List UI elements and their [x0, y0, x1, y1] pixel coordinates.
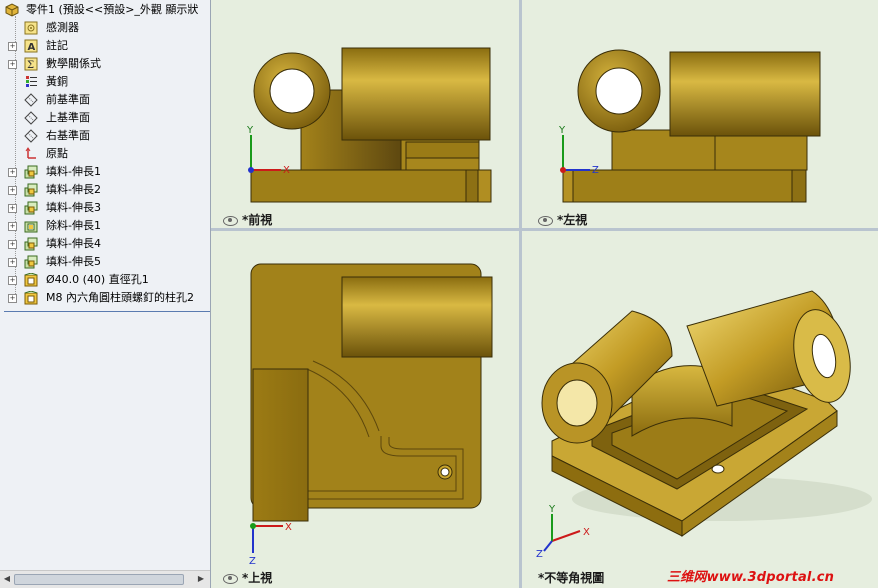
annotation-icon: A — [24, 39, 38, 53]
expand-icon[interactable]: + — [8, 276, 17, 285]
expand-icon[interactable]: + — [8, 258, 17, 267]
tree-horizontal-scrollbar[interactable]: ◀ ▶ — [0, 570, 210, 588]
cut-extrude-icon — [24, 219, 38, 233]
tree-item-label: 數學關係式 — [46, 57, 101, 70]
iso-view-model: Y X Z — [536, 290, 872, 560]
axis-y-label: Y — [558, 125, 566, 136]
front-view-model: Y X — [246, 47, 492, 203]
tree-item[interactable]: + 填料-伸長3 — [0, 199, 210, 217]
tree-item-label: Ø40.0 (40) 直徑孔1 — [46, 273, 149, 286]
view-label-iso: *不等角視圖 — [538, 571, 605, 585]
part-icon — [4, 2, 19, 17]
tree-item[interactable]: + A 註記 — [0, 37, 210, 55]
sensor-icon — [24, 21, 38, 35]
tree-item-label: 前基準面 — [46, 93, 90, 106]
tree-item-label: 填料-伸長1 — [46, 165, 101, 178]
tree-item-label: 上基準面 — [46, 111, 90, 124]
expand-icon[interactable]: + — [8, 42, 17, 51]
tree-item-label: 黃銅 — [46, 75, 68, 88]
tree-item-label: 填料-伸長3 — [46, 201, 101, 214]
axis-z-label: Z — [249, 556, 256, 567]
view-label-left: *左視 — [538, 211, 587, 228]
plane-icon — [24, 93, 38, 107]
tree-item-label: 右基準面 — [46, 129, 90, 142]
expand-icon[interactable]: + — [8, 204, 17, 213]
scroll-right-icon[interactable]: ▶ — [196, 574, 206, 584]
tree-item[interactable]: 右基準面 — [0, 127, 210, 145]
tree-item-label: 填料-伸長5 — [46, 255, 101, 268]
viewport-top[interactable]: X Z *上視 — [211, 231, 519, 588]
tree-item[interactable]: + 填料-伸長4 — [0, 235, 210, 253]
tree-item[interactable]: 上基準面 — [0, 109, 210, 127]
axis-x-label: X — [283, 165, 290, 176]
tree-scroll-area: 零件1 (預設<<預設>_外觀 顯示狀 感測器 + A 註記 + Σ 數學關係式黃銅前基準面… — [0, 0, 210, 570]
extrude-icon — [24, 201, 38, 215]
tree-item[interactable]: 黃銅 — [0, 73, 210, 91]
left-view-model: Y Z — [558, 49, 821, 203]
plane-icon — [24, 111, 38, 125]
origin-icon — [24, 147, 38, 161]
tree-item[interactable]: + Σ 數學關係式 — [0, 55, 210, 73]
view-eye-icon — [223, 215, 238, 226]
view-label-front: *前視 — [223, 211, 272, 228]
tree-item-label: 填料-伸長4 — [46, 237, 101, 250]
axis-y-label: Y — [548, 504, 556, 515]
tree-item[interactable]: + Ø40.0 (40) 直徑孔1 — [0, 271, 210, 289]
svg-text:Σ: Σ — [27, 60, 34, 71]
plane-icon — [24, 129, 38, 143]
hole-icon — [24, 290, 38, 305]
hole-icon — [24, 272, 38, 287]
viewport-isometric[interactable]: Y X Z *不等角視圖 — [522, 231, 878, 588]
tree-item[interactable]: 感測器 — [0, 19, 210, 37]
tree-item-label: 除料-伸長1 — [46, 219, 101, 232]
extrude-icon — [24, 183, 38, 197]
scrollbar-thumb[interactable] — [14, 574, 184, 585]
equation-icon: Σ — [24, 57, 38, 71]
tree-item[interactable]: 前基準面 — [0, 91, 210, 109]
axis-x-label: X — [583, 527, 590, 538]
viewport-splitter-vertical[interactable] — [519, 0, 522, 588]
expand-icon[interactable]: + — [8, 60, 17, 69]
svg-text:A: A — [28, 42, 36, 53]
tree-item-label: M8 內六角圓柱頭螺釘的柱孔2 — [46, 291, 194, 304]
tree-root-label: 零件1 (預設<<預設>_外觀 顯示狀 — [26, 3, 199, 16]
axis-z-label: Z — [592, 165, 599, 176]
view-eye-icon — [223, 573, 238, 584]
feature-manager-tree: 零件1 (預設<<預設>_外觀 顯示狀 感測器 + A 註記 + Σ 數學關係式黃銅前基準面… — [0, 0, 211, 588]
extrude-icon — [24, 237, 38, 251]
tree-root-part[interactable]: 零件1 (預設<<預設>_外觀 顯示狀 — [0, 1, 210, 19]
tree-item[interactable]: + 除料-伸長1 — [0, 217, 210, 235]
tree-item[interactable]: + 填料-伸長1 — [0, 163, 210, 181]
expand-icon[interactable]: + — [8, 222, 17, 231]
scroll-left-icon[interactable]: ◀ — [2, 574, 12, 584]
viewport-front[interactable]: Y X *前視 — [211, 0, 519, 228]
viewport-splitter-horizontal[interactable] — [211, 228, 878, 231]
view-label-top: *上視 — [223, 569, 272, 586]
tree-item[interactable]: 原點 — [0, 145, 210, 163]
axis-z-label: Z — [536, 549, 543, 560]
solidworks-window: 零件1 (預設<<預設>_外觀 顯示狀 感測器 + A 註記 + Σ 數學關係式黃銅前基準面… — [0, 0, 878, 588]
expand-icon[interactable]: + — [8, 186, 17, 195]
tree-item-label: 感測器 — [46, 21, 79, 34]
expand-icon[interactable]: + — [8, 240, 17, 249]
axis-y-label: Y — [246, 125, 254, 136]
view-eye-icon — [538, 215, 553, 226]
material-icon — [24, 75, 38, 89]
expand-icon[interactable]: + — [8, 168, 17, 177]
extrude-icon — [24, 165, 38, 179]
top-view-model: X Z — [249, 263, 493, 567]
expand-icon[interactable]: + — [8, 294, 17, 303]
tree-rollback-bar[interactable] — [4, 311, 210, 312]
tree-item-label: 原點 — [46, 147, 68, 160]
tree-item-label: 註記 — [46, 39, 68, 52]
axis-x-label: X — [285, 522, 292, 533]
viewport-left[interactable]: Y Z *左視 — [522, 0, 878, 228]
tree-item[interactable]: + 填料-伸長2 — [0, 181, 210, 199]
extrude-icon — [24, 255, 38, 269]
watermark: 三维网www.3dportal.cn — [667, 570, 835, 585]
tree-item[interactable]: + 填料-伸長5 — [0, 253, 210, 271]
tree-item[interactable]: + M8 內六角圓柱頭螺釘的柱孔2 — [0, 289, 210, 307]
tree-item-label: 填料-伸長2 — [46, 183, 101, 196]
